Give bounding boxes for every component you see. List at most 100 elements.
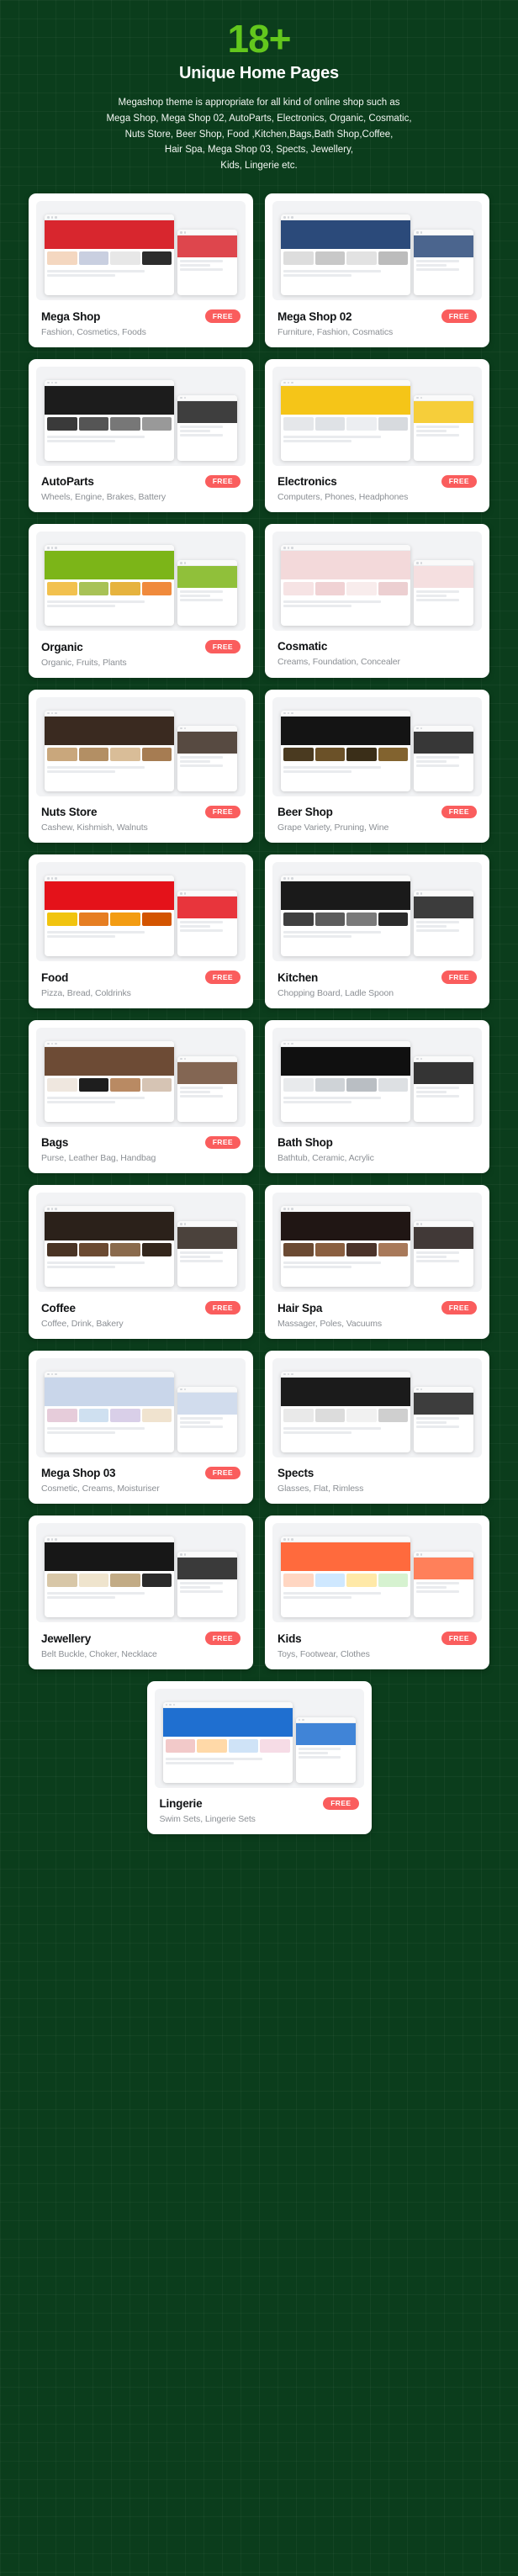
preview-browser-mock	[45, 214, 175, 296]
card-title: Cosmatic	[278, 640, 328, 653]
card-preview-thumbnail	[272, 366, 482, 466]
card-preview-thumbnail	[272, 201, 482, 301]
home-page-card[interactable]: Electronics FREE Computers, Phones, Head…	[265, 358, 489, 513]
home-page-card[interactable]: Food FREE Pizza, Bread, Coldrinks	[29, 854, 253, 1008]
mock-product-strip	[281, 249, 410, 267]
mock-text-rows	[177, 257, 237, 295]
home-page-card[interactable]: Spects Glasses, Flat, Rimless	[265, 1350, 489, 1505]
preview-browser-mock	[281, 1537, 411, 1618]
preview-secondary-mock	[414, 230, 473, 296]
preview-secondary-mock	[177, 394, 237, 461]
mock-browser-bar	[281, 1206, 411, 1213]
card-title: Hair Spa	[278, 1301, 323, 1314]
home-page-card[interactable]: Kitchen FREE Chopping Board, Ladle Spoon	[265, 854, 489, 1008]
mock-hero-banner	[281, 220, 411, 250]
card-title: Spects	[278, 1466, 314, 1479]
preview-secondary-mock	[414, 891, 473, 957]
mock-text-rows	[45, 764, 174, 791]
card-subtitle: Coffee, Drink, Bakery	[41, 1318, 124, 1329]
mock-text-rows	[45, 267, 174, 295]
mock-product-strip	[45, 745, 174, 764]
card-preview-thumbnail	[154, 1688, 364, 1788]
mock-browser-bar	[45, 875, 175, 882]
mock-browser-bar	[45, 1537, 175, 1543]
mock-browser-bar	[45, 1206, 175, 1213]
mock-browser-bar	[177, 230, 237, 236]
mock-text-rows	[414, 1084, 473, 1122]
card-subtitle: Computers, Phones, Headphones	[278, 492, 409, 503]
card-subtitle: Furniture, Fashion, Cosmatics	[278, 326, 394, 337]
home-page-card[interactable]: Hair Spa FREE Massager, Poles, Vacuums	[265, 1185, 489, 1339]
home-page-card[interactable]: Nuts Store FREE Cashew, Kishmish, Walnut…	[29, 689, 253, 844]
preview-browser-mock	[281, 1371, 411, 1452]
free-badge: FREE	[441, 805, 477, 819]
home-page-card[interactable]: Mega Shop 03 FREE Cosmetic, Creams, Mois…	[29, 1350, 253, 1505]
card-preview-thumbnail	[36, 862, 246, 962]
card-subtitle: Organic, Fruits, Plants	[41, 657, 127, 668]
mock-hero-banner	[45, 1212, 175, 1241]
preview-secondary-mock	[177, 1055, 237, 1122]
mock-product-strip	[281, 745, 410, 764]
card-title: Beer Shop	[278, 806, 333, 819]
home-page-card[interactable]: Mega Shop 02 FREE Furniture, Fashion, Co…	[265, 193, 489, 347]
card-title: Kitchen	[278, 971, 319, 984]
mock-browser-bar	[414, 1552, 473, 1558]
home-page-card[interactable]: Coffee FREE Coffee, Drink, Bakery	[29, 1185, 253, 1339]
mock-hero-banner	[281, 881, 411, 911]
card-title: Mega Shop 02	[278, 309, 352, 323]
card-meta: Bath Shop Bathtub, Ceramic, Acrylic	[272, 1127, 482, 1164]
mock-product-strip	[45, 1076, 174, 1094]
home-page-card[interactable]: Mega Shop FREE Fashion, Cosmetics, Foods	[29, 193, 253, 347]
card-title: Coffee	[41, 1301, 76, 1314]
card-preview-thumbnail	[272, 1193, 482, 1293]
card-title: Bath Shop	[278, 1135, 333, 1149]
card-subtitle: Massager, Poles, Vacuums	[278, 1318, 383, 1329]
mock-browser-bar	[281, 379, 411, 386]
mock-hero-banner	[281, 716, 411, 745]
mock-product-strip	[45, 1240, 174, 1259]
card-subtitle: Grape Variety, Pruning, Wine	[278, 823, 389, 833]
home-page-card[interactable]: Organic FREE Organic, Fruits, Plants	[29, 524, 253, 678]
mock-browser-bar	[281, 1040, 411, 1047]
mock-text-rows	[414, 588, 473, 626]
card-title: Kids	[278, 1632, 302, 1645]
card-title: Nuts Store	[41, 806, 98, 819]
mock-hero-banner	[177, 1392, 237, 1415]
card-meta: Kitchen FREE Chopping Board, Ladle Spoon	[272, 961, 482, 999]
card-preview-thumbnail	[272, 1523, 482, 1623]
preview-browser-mock	[281, 1040, 411, 1122]
mock-hero-banner	[414, 1392, 473, 1415]
home-page-card[interactable]: Bags FREE Purse, Leather Bag, Handbag	[29, 1019, 253, 1174]
home-page-card[interactable]: Cosmatic Creams, Foundation, Concealer	[265, 524, 489, 678]
free-badge: FREE	[204, 805, 240, 819]
home-page-card[interactable]: Lingerie FREE Swim Sets, Lingerie Sets	[146, 1680, 372, 1835]
card-subtitle: Cashew, Kishmish, Walnuts	[41, 823, 148, 833]
home-page-card[interactable]: Kids FREE Toys, Footwear, Clothes	[265, 1515, 489, 1669]
card-subtitle: Bathtub, Ceramic, Acrylic	[278, 1152, 374, 1163]
mock-text-rows	[281, 1094, 410, 1122]
free-badge: FREE	[441, 1301, 477, 1314]
mock-text-rows	[177, 1084, 237, 1122]
preview-browser-mock	[45, 1040, 175, 1122]
mock-browser-bar	[45, 379, 175, 386]
mock-text-rows	[281, 267, 410, 295]
home-page-card[interactable]: Beer Shop FREE Grape Variety, Pruning, W…	[265, 689, 489, 844]
free-badge: FREE	[204, 640, 240, 653]
preview-browser-mock	[45, 545, 175, 627]
mock-browser-bar	[414, 394, 473, 401]
card-title: Food	[41, 971, 69, 984]
mock-browser-bar	[281, 214, 411, 221]
preview-secondary-mock	[414, 1055, 473, 1122]
preview-secondary-mock	[177, 1552, 237, 1618]
preview-secondary-mock	[414, 1552, 473, 1618]
mock-text-rows	[281, 1259, 410, 1287]
home-page-card[interactable]: AutoParts FREE Wheels, Engine, Brakes, B…	[29, 358, 253, 513]
card-subtitle: Creams, Foundation, Concealer	[278, 657, 400, 668]
card-title: AutoParts	[41, 475, 94, 489]
mock-text-rows	[45, 1425, 174, 1452]
mock-hero-banner	[45, 1377, 175, 1406]
home-page-card[interactable]: Bath Shop Bathtub, Ceramic, Acrylic	[265, 1019, 489, 1174]
home-page-card[interactable]: Jewellery FREE Belt Buckle, Choker, Neck…	[29, 1515, 253, 1669]
mock-hero-banner	[177, 1227, 237, 1250]
preview-secondary-mock	[414, 1386, 473, 1452]
